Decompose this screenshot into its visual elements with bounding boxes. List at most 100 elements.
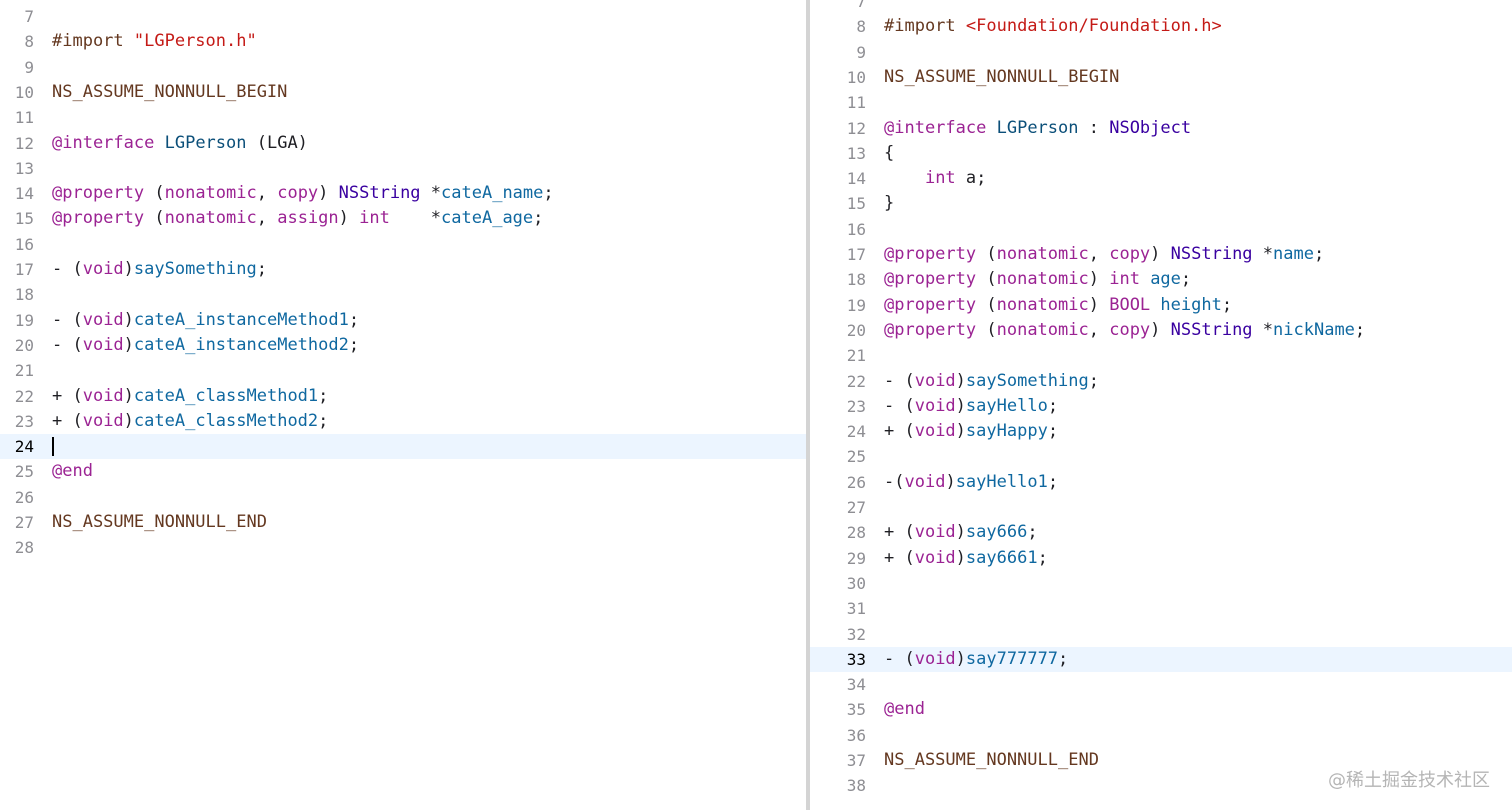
- code-token: ;: [1180, 269, 1192, 290]
- code-line[interactable]: 22 + (void)cateA_classMethod1;: [0, 384, 806, 409]
- code-line[interactable]: 16: [0, 232, 806, 257]
- code-text: - (void)saySomething;: [884, 369, 1099, 394]
- current-line[interactable]: 24: [0, 434, 806, 460]
- code-line[interactable]: 18: [0, 282, 806, 307]
- line-number: 24: [14, 437, 34, 457]
- code-text: NS_ASSUME_NONNULL_BEGIN: [52, 80, 287, 105]
- code-line[interactable]: 26 -(void)sayHello1;: [810, 470, 1512, 495]
- code-token: NS_ASSUME_NONNULL_BEGIN: [884, 66, 1120, 87]
- code-line[interactable]: 23 + (void)cateA_classMethod2;: [0, 409, 806, 434]
- code-token: copy: [277, 183, 319, 204]
- code-token: NS_ASSUME_NONNULL_END: [884, 750, 1099, 770]
- line-number: 22: [846, 371, 866, 391]
- code-line[interactable]: 16: [810, 217, 1512, 242]
- code-token: (: [976, 294, 997, 315]
- code-token: ): [1150, 319, 1171, 340]
- code-line[interactable]: 15 @property (nonatomic, assign) int *cat…: [0, 206, 806, 231]
- code-line[interactable]: 11: [810, 90, 1512, 115]
- code-token: cateA_instanceMethod1: [133, 309, 349, 330]
- code-token: NSString: [1170, 319, 1253, 340]
- code-line[interactable]: 27: [810, 495, 1512, 520]
- code-line[interactable]: 9: [810, 40, 1512, 65]
- code-line[interactable]: 12 @interface LGPerson : NSObject: [810, 116, 1512, 141]
- code-line[interactable]: 35 @end: [810, 697, 1512, 722]
- code-token: @end: [52, 461, 93, 482]
- code-line[interactable]: 13: [0, 156, 806, 181]
- code-line[interactable]: 19 @property (nonatomic) BOOL height;: [810, 293, 1512, 318]
- code-text: int a;: [884, 166, 986, 191]
- code-text: {: [884, 141, 894, 166]
- code-line[interactable]: 23 - (void)sayHello;: [810, 394, 1512, 419]
- code-token: (: [144, 208, 165, 229]
- current-line[interactable]: 33 - (void)say777777;: [810, 646, 1512, 673]
- code-line[interactable]: 10 NS_ASSUME_NONNULL_BEGIN: [0, 80, 806, 105]
- line-number: 17: [14, 260, 34, 279]
- code-token: void: [82, 410, 124, 431]
- code-line[interactable]: 8 #import "LGPerson.h": [0, 29, 806, 54]
- code-line[interactable]: 12 @interface LGPerson (LGA): [0, 131, 806, 156]
- code-line[interactable]: 26: [0, 485, 806, 510]
- right-code-editor[interactable]: 7 8 #import <Foundation/Foundation.h> 9 10 NS…: [810, 0, 1512, 810]
- code-line[interactable]: 17 @property (nonatomic, copy) NSString *…: [810, 242, 1512, 267]
- code-line[interactable]: 20 @property (nonatomic, copy) NSString *…: [810, 318, 1512, 343]
- code-text: - (void)sayHello;: [884, 394, 1058, 419]
- line-number: 9: [856, 42, 866, 62]
- code-line[interactable]: 32: [810, 622, 1512, 647]
- code-line[interactable]: 7: [810, 0, 1512, 14]
- code-line[interactable]: 22 - (void)saySomething;: [810, 369, 1512, 394]
- line-number: 20: [846, 320, 866, 340]
- code-line[interactable]: 18 @property (nonatomic) int age;: [810, 267, 1512, 292]
- code-line[interactable]: 11: [0, 105, 806, 130]
- code-line[interactable]: 7: [0, 4, 806, 29]
- line-number: 8: [856, 17, 866, 37]
- code-line[interactable]: 25 @end: [0, 459, 806, 484]
- code-token: saySomething: [965, 370, 1089, 391]
- code-token: cateA_age: [441, 208, 534, 229]
- code-line[interactable]: 29 + (void)say6661;: [810, 546, 1512, 571]
- code-token: NS_ASSUME_NONNULL_BEGIN: [52, 81, 288, 102]
- code-line[interactable]: 24 + (void)sayHappy;: [810, 419, 1512, 444]
- code-token: ;: [1027, 522, 1038, 543]
- code-line[interactable]: 10 NS_ASSUME_NONNULL_BEGIN: [810, 65, 1512, 90]
- code-token: age: [1150, 269, 1181, 290]
- code-line[interactable]: 19 - (void)cateA_instanceMethod1;: [0, 308, 806, 333]
- code-line[interactable]: 14 int a;: [810, 166, 1512, 191]
- code-line[interactable]: 25: [810, 444, 1512, 469]
- code-line[interactable]: 17 - (void)saySomething;: [0, 257, 806, 282]
- code-line[interactable]: 28 + (void)say666;: [810, 520, 1512, 545]
- code-line[interactable]: 31: [810, 596, 1512, 621]
- code-line[interactable]: 8 #import <Foundation/Foundation.h>: [810, 14, 1512, 39]
- line-number: 29: [846, 548, 866, 568]
- code-token: @interface: [884, 117, 987, 138]
- code-line[interactable]: 21: [810, 343, 1512, 368]
- code-text: + (void)cateA_classMethod1;: [52, 384, 328, 409]
- code-line[interactable]: 21: [0, 358, 806, 383]
- code-text: + (void)cateA_classMethod2;: [52, 409, 328, 434]
- watermark: @稀土掘金技术社区: [1328, 770, 1490, 791]
- code-line[interactable]: 20 - (void)cateA_instanceMethod2;: [0, 333, 806, 358]
- code-line[interactable]: 28: [0, 535, 806, 560]
- code-line[interactable]: 13 {: [810, 141, 1512, 166]
- code-token: - (: [884, 395, 915, 416]
- code-line[interactable]: 34: [810, 672, 1512, 697]
- code-token: BOOL: [1109, 294, 1151, 315]
- code-token: cateA_classMethod2: [133, 410, 319, 431]
- code-line[interactable]: 14 @property (nonatomic, copy) NSString *…: [0, 181, 806, 206]
- code-line[interactable]: 27 NS_ASSUME_NONNULL_END: [0, 510, 806, 535]
- code-token: ;: [1047, 471, 1059, 492]
- left-code-editor[interactable]: 7 8 #import "LGPerson.h" 9 10 NS_ASSUME_NONNU…: [0, 0, 806, 810]
- code-line[interactable]: 15}: [810, 191, 1512, 216]
- code-line[interactable]: 30: [810, 571, 1512, 596]
- code-token: + (: [52, 410, 83, 431]
- code-token: void: [914, 522, 956, 543]
- code-line[interactable]: 9: [0, 55, 806, 80]
- code-token: -(: [884, 471, 905, 492]
- code-token: nonatomic: [164, 183, 257, 204]
- code-token: - (: [52, 334, 83, 355]
- line-number: 22: [14, 386, 34, 406]
- code-token: saySomething: [133, 259, 257, 279]
- code-token: ,: [256, 183, 278, 204]
- code-token: *: [1252, 319, 1274, 340]
- code-line[interactable]: 36: [810, 723, 1512, 748]
- line-number: 34: [846, 675, 866, 695]
